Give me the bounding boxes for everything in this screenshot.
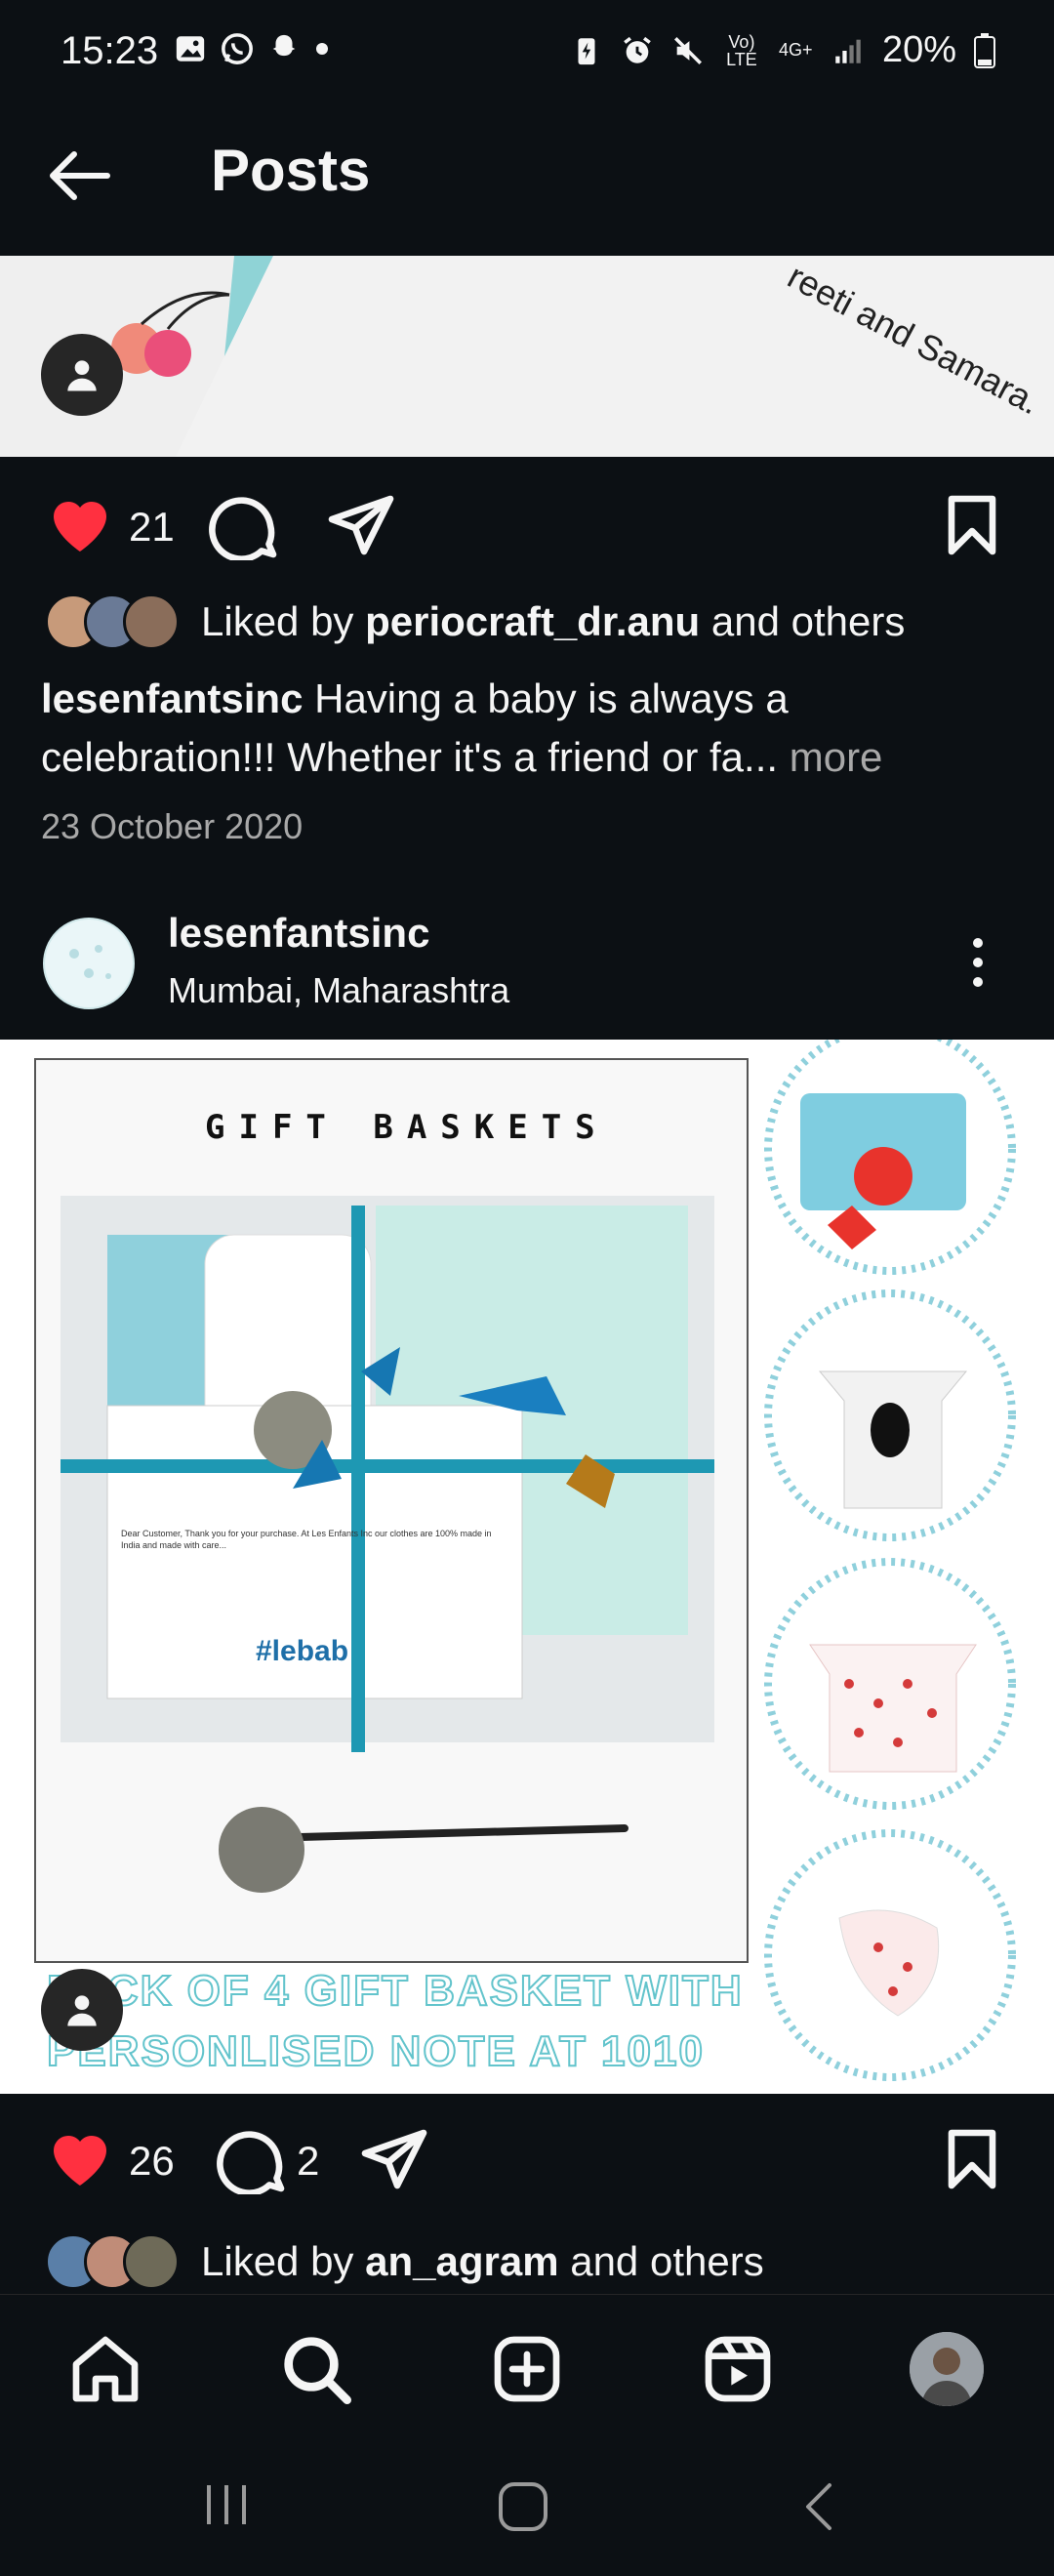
page-title: Posts: [211, 138, 371, 203]
post2-liker-avatars: [45, 2233, 180, 2290]
battery-icon: [974, 32, 995, 68]
post2-liked-by[interactable]: Liked by an_agram and others: [45, 2233, 764, 2290]
search-icon[interactable]: [277, 2330, 355, 2408]
mute-icon: [673, 36, 702, 64]
post2-liked-by-text: Liked by an_agram and others: [201, 2238, 764, 2285]
profile-avatar[interactable]: [910, 2332, 984, 2406]
back-button-icon[interactable]: [798, 2479, 841, 2534]
back-arrow-icon[interactable]: [41, 137, 119, 215]
post2-action-bar: 26 2: [0, 2110, 1054, 2208]
battery-saver-icon: [578, 37, 595, 64]
post2-username[interactable]: lesenfantsinc: [168, 910, 429, 957]
post1-like-icon[interactable]: [45, 490, 115, 560]
liked-by-user[interactable]: periocraft_dr.anu: [365, 598, 700, 644]
liked-by-suffix: and others: [710, 598, 906, 644]
caption-username[interactable]: lesenfantsinc: [41, 675, 303, 721]
status-right-icons: Vo) LTE 4G+ 20%: [570, 29, 995, 71]
create-post-icon[interactable]: [488, 2330, 566, 2408]
post2-header: lesenfantsinc Mumbai, Maharashtra: [0, 879, 1054, 1040]
home-icon[interactable]: [66, 2330, 144, 2408]
post1-save-icon[interactable]: [937, 490, 1007, 560]
post2-comment-count[interactable]: 2: [297, 2138, 319, 2185]
whatsapp-icon: [222, 33, 253, 64]
post2-image[interactable]: GIFT BASKETS Dear Customer, Thank you fo…: [0, 1040, 1054, 2094]
liked-by-prefix: Liked by: [201, 598, 354, 644]
liker-avatar: [123, 593, 180, 650]
post1-liker-avatars: [45, 593, 180, 650]
tagged-users-icon[interactable]: [41, 1969, 123, 2051]
tagged-users-icon[interactable]: [41, 334, 123, 416]
post2-like-icon[interactable]: [45, 2124, 115, 2194]
post2-like-count[interactable]: 26: [129, 2138, 175, 2185]
post2-location[interactable]: Mumbai, Maharashtra: [168, 970, 509, 1011]
post1-comment-icon[interactable]: [209, 490, 279, 560]
post2-user-avatar[interactable]: [43, 918, 135, 1009]
liked-by-suffix: and others: [570, 2238, 764, 2284]
gallery-icon: [176, 36, 205, 61]
post1-share-icon[interactable]: [326, 490, 396, 560]
network-type-label: 4G+: [778, 40, 813, 60]
image-heading: GIFT BASKETS: [205, 1108, 609, 1147]
post1-image[interactable]: reeti and Samara.: [0, 256, 1054, 457]
post2-comment-icon[interactable]: [217, 2124, 287, 2194]
avatar-pattern: [69, 945, 111, 979]
post1-caption: lesenfantsinc Having a baby is always a …: [41, 670, 1017, 787]
reels-icon[interactable]: [699, 2330, 777, 2408]
post2-share-icon[interactable]: [359, 2124, 429, 2194]
recent-apps-icon[interactable]: [201, 2479, 252, 2530]
post2-save-icon[interactable]: [937, 2124, 1007, 2194]
image-note-text: Dear Customer, Thank you for your purcha…: [121, 1529, 492, 1550]
post2-image-art: [0, 1040, 1054, 2094]
post1-action-bar: 21: [0, 476, 1054, 574]
dot-icon: [316, 43, 328, 55]
post1-like-count[interactable]: 21: [129, 504, 175, 551]
system-navigation-bar: [0, 2440, 1054, 2576]
profile-photo: [910, 2332, 984, 2406]
status-bar: 15:23 Vo) LTE 4G+ 20%: [0, 0, 1054, 112]
person-icon: [67, 360, 97, 391]
home-button-icon[interactable]: [496, 2479, 550, 2534]
more-options-icon[interactable]: [966, 935, 990, 990]
liked-by-user[interactable]: an_agram: [365, 2238, 558, 2284]
battery-percent: 20%: [881, 29, 956, 70]
image-footer-line1: PACK OF 4 GIFT BASKET WITH: [46, 1966, 744, 2016]
alarm-icon: [624, 36, 651, 63]
image-footer-line2: PERSONLISED NOTE AT 1010: [46, 2026, 705, 2076]
post1-image-art: [0, 256, 1054, 457]
image-hashtag: #lebab: [256, 1635, 349, 1667]
volte-label: Vo) LTE: [726, 31, 757, 69]
snapchat-icon: [272, 34, 296, 57]
signal-icon: [835, 39, 861, 63]
bottom-navigation: [0, 2294, 1054, 2441]
post1-liked-by-text: Liked by periocraft_dr.anu and others: [201, 598, 905, 645]
person-icon: [67, 1995, 97, 2026]
post1-date: 23 October 2020: [41, 806, 304, 846]
top-app-bar: Posts: [0, 112, 1054, 254]
post1-liked-by[interactable]: Liked by periocraft_dr.anu and others: [45, 593, 905, 650]
liker-avatar: [123, 2233, 180, 2290]
caption-more-link[interactable]: more: [790, 734, 883, 780]
liked-by-prefix: Liked by: [201, 2238, 354, 2284]
status-time: 15:23: [61, 29, 159, 72]
status-notification-icons: [174, 32, 330, 65]
